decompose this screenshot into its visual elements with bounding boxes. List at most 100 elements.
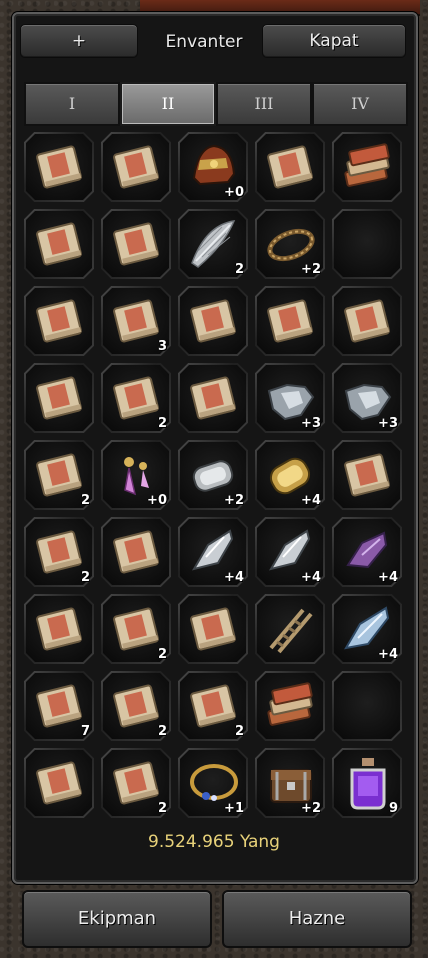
item-count-badge: +1 — [224, 801, 244, 816]
item-count-badge: +3 — [378, 416, 398, 431]
inventory-slot[interactable] — [24, 594, 94, 664]
book-icon — [36, 299, 82, 343]
equipment-button[interactable]: Ekipman — [22, 890, 212, 948]
inventory-slot[interactable]: +4 — [332, 517, 402, 587]
inventory-slot[interactable]: 3 — [101, 286, 171, 356]
book-icon — [190, 299, 236, 343]
book-icon — [344, 453, 390, 497]
inventory-slot[interactable] — [332, 286, 402, 356]
inventory-slot[interactable] — [24, 363, 94, 433]
item-count-badge: +0 — [147, 493, 167, 508]
inventory-slot[interactable] — [101, 209, 171, 279]
inventory-slot[interactable]: 2 — [178, 209, 248, 279]
inventory-slot[interactable] — [332, 132, 402, 202]
slot-frame — [332, 209, 402, 279]
tab-page-2[interactable]: II — [120, 82, 216, 126]
inventory-slot[interactable] — [24, 132, 94, 202]
item-count-badge: +2 — [301, 262, 321, 277]
book-icon — [190, 607, 236, 651]
inventory-slot[interactable] — [24, 748, 94, 818]
inventory-slot[interactable]: 2 — [101, 594, 171, 664]
inventory-slot[interactable] — [24, 209, 94, 279]
feather-icon — [191, 220, 236, 268]
potion-icon — [350, 758, 386, 810]
item-count-badge: +4 — [301, 493, 321, 508]
add-button[interactable]: + — [20, 24, 138, 58]
inventory-slot[interactable] — [101, 517, 171, 587]
item-count-badge: +2 — [301, 801, 321, 816]
inventory-slot[interactable] — [255, 671, 325, 741]
book-icon — [36, 761, 82, 805]
inventory-slot[interactable]: 2 — [101, 671, 171, 741]
inventory-slot[interactable] — [178, 286, 248, 356]
inventory-slot[interactable] — [332, 440, 402, 510]
inventory-slot[interactable] — [332, 209, 402, 279]
tab-page-3[interactable]: III — [216, 82, 312, 126]
storage-button[interactable]: Hazne — [222, 890, 412, 948]
inventory-slot[interactable]: +4 — [178, 517, 248, 587]
inventory-slot[interactable]: +1 — [178, 748, 248, 818]
book-stack-icon — [344, 143, 390, 187]
item-count-badge: +2 — [224, 493, 244, 508]
inventory-slot[interactable] — [255, 286, 325, 356]
close-button[interactable]: Kapat — [262, 24, 406, 58]
book-icon — [113, 684, 159, 728]
inventory-slot[interactable]: +4 — [255, 517, 325, 587]
book-icon — [36, 222, 82, 266]
inventory-page-tabs: I II III IV — [24, 82, 408, 126]
inventory-slot[interactable]: +0 — [178, 132, 248, 202]
inventory-slot[interactable]: 2 — [178, 671, 248, 741]
book-icon — [113, 607, 159, 651]
book-icon — [36, 376, 82, 420]
inventory-slot[interactable] — [332, 671, 402, 741]
book-icon — [190, 684, 236, 728]
inventory-slot[interactable] — [178, 363, 248, 433]
inventory-slot[interactable]: 2 — [101, 363, 171, 433]
book-icon — [113, 222, 159, 266]
inventory-slot[interactable] — [255, 132, 325, 202]
book-icon — [267, 299, 313, 343]
tab-page-1[interactable]: I — [24, 82, 120, 126]
inventory-slot[interactable]: +2 — [255, 209, 325, 279]
item-count-badge: +4 — [378, 570, 398, 585]
item-count-badge: +3 — [301, 416, 321, 431]
book-icon — [113, 376, 159, 420]
book-icon — [190, 376, 236, 420]
inventory-slot[interactable]: +3 — [255, 363, 325, 433]
window-title: Envanter — [165, 32, 243, 52]
inventory-slot[interactable]: +4 — [332, 594, 402, 664]
inventory-slot[interactable] — [24, 286, 94, 356]
book-icon — [267, 145, 313, 189]
item-count-badge: +4 — [224, 570, 244, 585]
inventory-slot[interactable]: 7 — [24, 671, 94, 741]
inventory-slot[interactable]: +2 — [255, 748, 325, 818]
item-count-badge: +4 — [378, 647, 398, 662]
book-icon — [344, 299, 390, 343]
tab-page-4[interactable]: IV — [312, 82, 408, 126]
inventory-slot[interactable] — [101, 132, 171, 202]
inventory-slot[interactable] — [178, 594, 248, 664]
book-icon — [113, 145, 159, 189]
book-icon — [113, 530, 159, 574]
inventory-slot[interactable]: +0 — [101, 440, 171, 510]
book-icon — [113, 299, 159, 343]
item-count-badge: +4 — [301, 570, 321, 585]
book-icon — [113, 761, 159, 805]
book-icon — [36, 530, 82, 574]
item-count-badge: +0 — [224, 185, 244, 200]
book-icon — [36, 607, 82, 651]
slot-frame — [332, 671, 402, 741]
inventory-slot[interactable]: 9 — [332, 748, 402, 818]
book-icon — [36, 684, 82, 728]
book-stack-icon — [267, 682, 313, 726]
inventory-slot[interactable]: +2 — [178, 440, 248, 510]
book-icon — [36, 145, 82, 189]
money-display: 9.524.965 Yang — [148, 832, 280, 852]
inventory-slot[interactable]: +4 — [255, 440, 325, 510]
inventory-slot[interactable]: 2 — [101, 748, 171, 818]
inventory-slot[interactable] — [255, 594, 325, 664]
inventory-slot[interactable]: 2 — [24, 440, 94, 510]
book-icon — [36, 453, 82, 497]
inventory-slot[interactable]: +3 — [332, 363, 402, 433]
inventory-slot[interactable]: 2 — [24, 517, 94, 587]
